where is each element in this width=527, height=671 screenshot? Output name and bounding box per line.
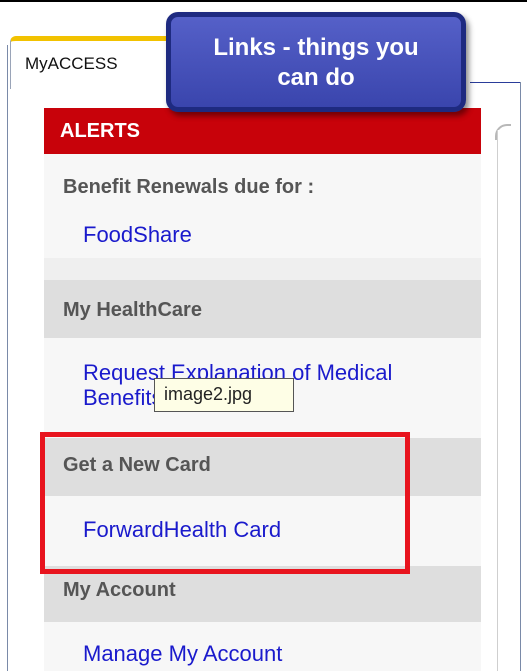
top-border [0,0,527,2]
alerts-header: ALERTS [44,108,481,154]
panel-right-border [520,82,521,671]
callout-annotation: Links - things you can do [166,12,466,112]
tab-myaccess[interactable]: MyACCESS [10,36,172,89]
my-account-header: My Account [44,566,481,622]
foodshare-link[interactable]: FoodShare [83,222,192,248]
tab-label: MyACCESS [25,54,118,73]
manage-my-account-link[interactable]: Manage My Account [83,641,282,667]
panel-left-border [7,45,8,671]
panel-top-border [470,82,520,83]
benefit-renewals-text: Benefit Renewals due for : [63,176,315,198]
callout-line2: can do [277,64,355,91]
highlight-annotation-box [40,432,410,574]
callout-line1: Links - things you [213,34,419,61]
adjacent-panel [497,130,515,671]
my-healthcare-header: My HealthCare [44,280,481,338]
image-tooltip: image2.jpg [154,378,294,412]
